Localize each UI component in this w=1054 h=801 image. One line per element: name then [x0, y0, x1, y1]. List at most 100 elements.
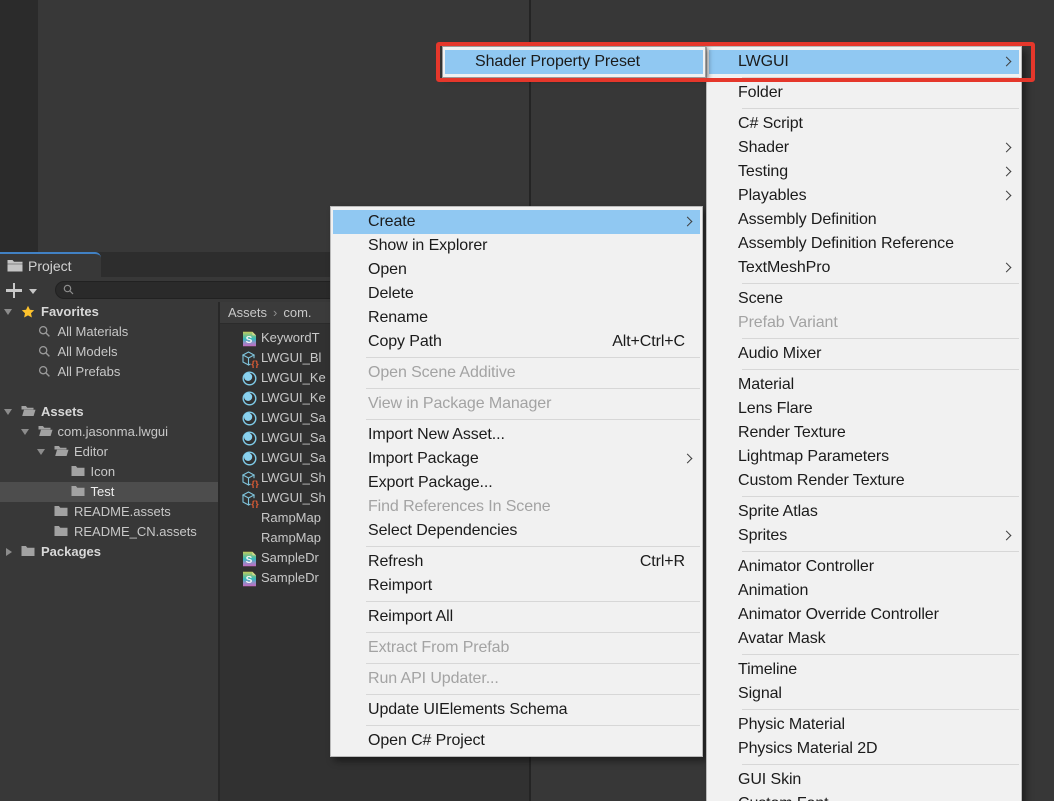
- expander-down-icon[interactable]: [4, 308, 13, 317]
- menu-item-lightmap-parameters[interactable]: Lightmap Parameters: [709, 445, 1019, 469]
- menu-item-label: Refresh: [368, 553, 616, 571]
- menu-item-label: C# Script: [738, 115, 1004, 133]
- menu-item-delete[interactable]: Delete: [333, 282, 700, 306]
- menu-item-extract-from-prefab[interactable]: Extract From Prefab: [333, 636, 700, 660]
- menu-item-sprite-atlas[interactable]: Sprite Atlas: [709, 500, 1019, 524]
- menu-item-select-dependencies[interactable]: Select Dependencies: [333, 519, 700, 543]
- menu-item-reimport-all[interactable]: Reimport All: [333, 605, 700, 629]
- menu-item-show-in-explorer[interactable]: Show in Explorer: [333, 234, 700, 258]
- menu-item-open-scene-additive[interactable]: Open Scene Additive: [333, 361, 700, 385]
- menu-item-lens-flare[interactable]: Lens Flare: [709, 397, 1019, 421]
- tree-item-icon[interactable]: Icon: [0, 462, 218, 482]
- menu-item-material[interactable]: Material: [709, 373, 1019, 397]
- asset-label: LWGUI_Ke: [261, 388, 326, 408]
- menu-item-export-package[interactable]: Export Package...: [333, 471, 700, 495]
- expander-down-icon[interactable]: [4, 408, 13, 417]
- menu-item-c-script[interactable]: C# Script: [709, 112, 1019, 136]
- menu-item-folder[interactable]: Folder: [709, 81, 1019, 105]
- menu-item-sprites[interactable]: Sprites: [709, 524, 1019, 548]
- menu-item-import-package[interactable]: Import Package: [333, 447, 700, 471]
- expander-down-icon[interactable]: [37, 448, 46, 457]
- asset-label: SampleDr: [261, 548, 319, 568]
- menu-separator: [742, 496, 1019, 497]
- menu-item-update-uielements-schema[interactable]: Update UIElements Schema: [333, 698, 700, 722]
- folder-open-icon: [38, 425, 52, 439]
- editor-left-strip: [0, 0, 38, 252]
- menu-item-shader[interactable]: Shader: [709, 136, 1019, 160]
- menu-item-label: Physics Material 2D: [738, 740, 1004, 758]
- menu-item-refresh[interactable]: RefreshCtrl+R: [333, 550, 700, 574]
- tree-item-all-models[interactable]: All Models: [0, 342, 218, 362]
- menu-item-label: Folder: [738, 84, 1004, 102]
- menu-item-import-new-asset[interactable]: Import New Asset...: [333, 423, 700, 447]
- asset-label: SampleDr: [261, 568, 319, 588]
- menu-item-animator-override-controller[interactable]: Animator Override Controller: [709, 603, 1019, 627]
- tree-item-favorites[interactable]: Favorites: [0, 302, 218, 322]
- menu-item-label: Testing: [738, 163, 1004, 181]
- menu-item-gui-skin[interactable]: GUI Skin: [709, 768, 1019, 792]
- menu-item-timeline[interactable]: Timeline: [709, 658, 1019, 682]
- menu-item-animation[interactable]: Animation: [709, 579, 1019, 603]
- menu-item-label: Playables: [738, 187, 1004, 205]
- menu-item-find-references-in-scene[interactable]: Find References In Scene: [333, 495, 700, 519]
- menu-item-prefab-variant[interactable]: Prefab Variant: [709, 311, 1019, 335]
- menu-item-open[interactable]: Open: [333, 258, 700, 282]
- menu-item-reimport[interactable]: Reimport: [333, 574, 700, 598]
- menu-item-label: Scene: [738, 290, 1004, 308]
- tree-item-readme-cn-assets[interactable]: README_CN.assets: [0, 522, 218, 542]
- menu-item-physic-material[interactable]: Physic Material: [709, 713, 1019, 737]
- menu-item-render-texture[interactable]: Render Texture: [709, 421, 1019, 445]
- menu-item-open-c-project[interactable]: Open C# Project: [333, 729, 700, 753]
- tree-item-label: README_CN.assets: [74, 522, 197, 542]
- menu-separator: [366, 419, 700, 420]
- asset-label: LWGUI_Sh: [261, 488, 326, 508]
- tree-item-packages[interactable]: Packages: [0, 542, 218, 562]
- svg-text:S: S: [246, 574, 253, 585]
- asset-label: RampMap: [261, 528, 321, 548]
- material-icon: [242, 371, 257, 386]
- tree-item-assets[interactable]: Assets: [0, 402, 218, 422]
- menu-item-rename[interactable]: Rename: [333, 306, 700, 330]
- search-icon: [38, 325, 52, 339]
- tree-item-com-jasonma-lwgui[interactable]: com.jasonma.lwgui: [0, 422, 218, 442]
- menu-item-create[interactable]: Create: [333, 210, 700, 234]
- menu-item-physics-material-2d[interactable]: Physics Material 2D: [709, 737, 1019, 761]
- menu-item-assembly-definition[interactable]: Assembly Definition: [709, 208, 1019, 232]
- menu-item-copy-path[interactable]: Copy PathAlt+Ctrl+C: [333, 330, 700, 354]
- menu-item-custom-render-texture[interactable]: Custom Render Texture: [709, 469, 1019, 493]
- menu-item-textmeshpro[interactable]: TextMeshPro: [709, 256, 1019, 280]
- material-icon: [242, 391, 257, 406]
- breadcrumb-root[interactable]: Assets: [228, 305, 267, 320]
- menu-item-testing[interactable]: Testing: [709, 160, 1019, 184]
- add-asset-button[interactable]: [6, 282, 23, 299]
- tree-item-editor[interactable]: Editor: [0, 442, 218, 462]
- menu-item-animator-controller[interactable]: Animator Controller: [709, 555, 1019, 579]
- tree-item-all-prefabs[interactable]: All Prefabs: [0, 362, 218, 382]
- tree-item-all-materials[interactable]: All Materials: [0, 322, 218, 342]
- menu-item-label: Select Dependencies: [368, 522, 685, 540]
- tree-item-test[interactable]: Test: [0, 482, 218, 502]
- menu-separator: [366, 388, 700, 389]
- expander-right-icon[interactable]: [4, 548, 13, 557]
- tree-item-label: All Materials: [58, 322, 129, 342]
- add-asset-dropdown-caret[interactable]: [29, 289, 37, 294]
- menu-item-custom-font[interactable]: Custom Font: [709, 792, 1019, 801]
- menu-item-signal[interactable]: Signal: [709, 682, 1019, 706]
- menu-item-assembly-definition-reference[interactable]: Assembly Definition Reference: [709, 232, 1019, 256]
- menu-item-scene[interactable]: Scene: [709, 287, 1019, 311]
- menu-item-label: Physic Material: [738, 716, 1004, 734]
- tab-project[interactable]: Project: [0, 252, 101, 277]
- menu-item-avatar-mask[interactable]: Avatar Mask: [709, 627, 1019, 651]
- breadcrumb-current[interactable]: com.: [283, 305, 311, 320]
- menu-item-playables[interactable]: Playables: [709, 184, 1019, 208]
- tab-project-label: Project: [28, 258, 72, 274]
- menu-item-label: Open Scene Additive: [368, 364, 685, 382]
- tree-item-label: com.jasonma.lwgui: [58, 422, 169, 442]
- menu-item-view-in-package-manager[interactable]: View in Package Manager: [333, 392, 700, 416]
- menu-item-run-api-updater[interactable]: Run API Updater...: [333, 667, 700, 691]
- menu-item-audio-mixer[interactable]: Audio Mixer: [709, 342, 1019, 366]
- folder-icon: [21, 545, 35, 559]
- expander-down-icon[interactable]: [21, 428, 30, 437]
- tree-item-label: README.assets: [74, 502, 171, 522]
- tree-item-readme-assets[interactable]: README.assets: [0, 502, 218, 522]
